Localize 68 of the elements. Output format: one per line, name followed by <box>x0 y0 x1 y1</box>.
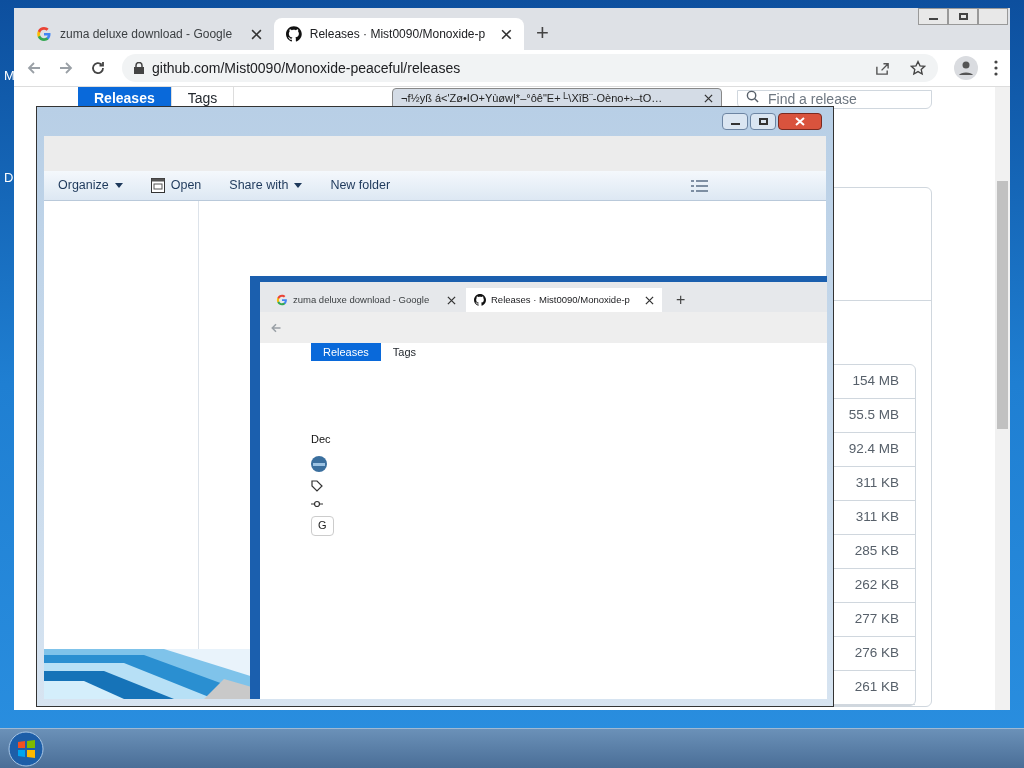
browser-tab[interactable]: zuma deluxe download - Google <box>24 18 274 50</box>
close-icon[interactable] <box>704 93 713 103</box>
toolbar-button[interactable]: Organize <box>58 176 123 195</box>
release-button[interactable]: G <box>311 515 334 536</box>
search-field[interactable]: Find a release <box>737 89 932 109</box>
github-icon <box>474 294 486 306</box>
share-icon[interactable] <box>875 60 890 76</box>
close-icon[interactable] <box>447 295 456 305</box>
close-icon <box>795 117 805 126</box>
release-heading: Dec <box>311 432 331 447</box>
file-size: 92.4 MB <box>848 440 899 459</box>
tab-title: zuma deluxe download - Google <box>293 292 430 307</box>
close-icon[interactable] <box>251 28 262 40</box>
tab-title: Releases · Mist0090/Monoxide-p <box>309 26 486 43</box>
close-button[interactable] <box>778 113 822 130</box>
releases-nav-tab[interactable]: Tags <box>380 343 429 361</box>
browser-tab[interactable]: Releases · Mist0090/Monoxide-p <box>466 288 662 312</box>
window-title: ¬f½yß á<'Zø•IO+Yùøw|*–°ôê"E+└\XîB¨-Oèno+›–tO… <box>401 90 664 106</box>
file-size: 55.5 MB <box>848 406 899 425</box>
browser-tab[interactable]: zuma deluxe download - Google <box>268 288 464 312</box>
maximize-button[interactable] <box>750 113 776 130</box>
star-icon[interactable] <box>910 60 926 76</box>
close-icon[interactable] <box>501 28 512 40</box>
url-text: github.com/Mist0090/Monoxide-peaceful/releases <box>152 58 461 78</box>
google-icon <box>276 294 288 306</box>
file-size: 311 KB <box>855 508 899 527</box>
back-icon[interactable] <box>26 60 42 76</box>
forward-icon[interactable] <box>58 60 74 76</box>
desktop-icon-label: D <box>4 169 14 187</box>
reload-icon[interactable] <box>90 60 106 76</box>
toolbar-button[interactable]: Share with <box>229 176 303 195</box>
google-icon <box>36 26 52 42</box>
releases-nav-tab[interactable]: Releases <box>311 343 381 361</box>
scrollbar[interactable] <box>995 87 1010 710</box>
toolbar-button[interactable]: New folder <box>330 176 391 195</box>
caret-icon <box>114 183 123 188</box>
caret-icon <box>294 183 303 188</box>
window-icon <box>150 178 165 193</box>
address-bar[interactable]: github.com/Mist0090/Monoxide-peaceful/releases <box>122 54 938 82</box>
minimize-button[interactable] <box>918 8 948 25</box>
view-options-icon[interactable] <box>691 179 708 192</box>
file-size: 277 KB <box>854 610 899 629</box>
new-tab-button[interactable]: + <box>536 22 549 44</box>
tab-title: Releases · Mist0090/Monoxide-p <box>491 292 630 307</box>
tab-title: zuma deluxe download - Google <box>60 26 233 43</box>
menu-icon[interactable] <box>994 60 998 76</box>
file-size: 262 KB <box>854 576 899 595</box>
file-size: 311 KB <box>855 474 899 493</box>
search-icon <box>746 90 759 103</box>
github-icon <box>286 26 302 42</box>
file-size: 276 KB <box>854 644 899 663</box>
profile-icon[interactable] <box>954 56 978 80</box>
file-size: 154 MB <box>852 372 899 391</box>
maximize-button[interactable] <box>948 8 978 25</box>
file-size: 261 KB <box>854 678 899 697</box>
desktop-icon-label: M <box>4 67 15 85</box>
lock-icon <box>134 62 144 74</box>
commit-icon <box>311 499 323 508</box>
close-icon[interactable] <box>645 295 654 305</box>
releases-nav-tab[interactable]: Releases <box>78 87 172 109</box>
new-tab-button[interactable]: + <box>676 292 686 308</box>
file-size: 285 KB <box>854 542 899 561</box>
start-button[interactable] <box>8 730 44 767</box>
browser-tab[interactable]: Releases · Mist0090/Monoxide-p <box>274 18 524 50</box>
toolbar-button[interactable]: Open <box>150 176 202 195</box>
minimize-button[interactable] <box>722 113 748 130</box>
avatar-icon <box>311 455 327 472</box>
tag-icon <box>311 479 323 492</box>
